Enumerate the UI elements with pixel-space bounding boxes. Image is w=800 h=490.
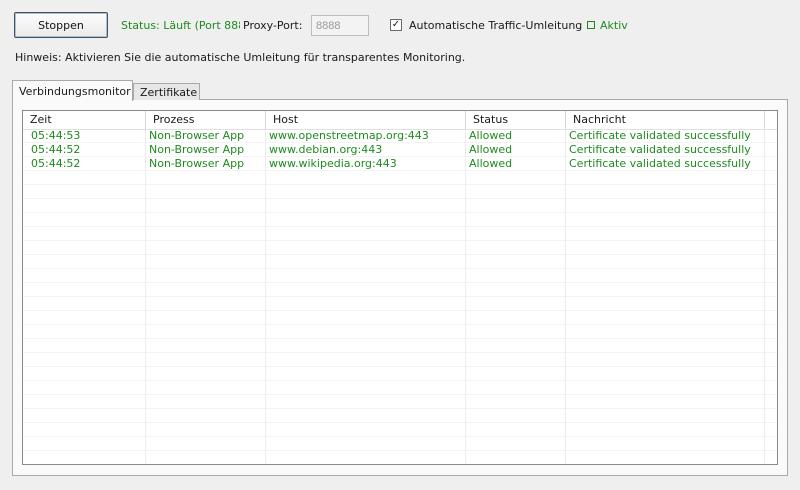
cell-process: Non-Browser App [149, 129, 245, 142]
cell-status: Allowed [469, 129, 513, 142]
tab-zertifikate[interactable]: Zertifikate [133, 83, 200, 100]
cell-message: Certificate validated successfully [569, 143, 751, 156]
column-header-nachricht[interactable]: Nachricht [566, 111, 765, 129]
table-row[interactable]: 05:44:52 Non-Browser App www.debian.org:… [23, 143, 777, 157]
cell-time: 05:44:52 [31, 143, 81, 156]
table-header: Zeit Prozess Host Status Nachricht [23, 111, 777, 130]
cell-process: Non-Browser App [149, 143, 245, 156]
column-header-status[interactable]: Status [466, 111, 566, 129]
checkmark-icon: ✓ [391, 19, 401, 30]
column-header-host[interactable]: Host [266, 111, 466, 129]
cell-host: www.debian.org:443 [269, 143, 383, 156]
hint-text: Hinweis: Aktivieren Sie die automatische… [15, 51, 466, 64]
column-header-zeit[interactable]: Zeit [23, 111, 146, 129]
auto-redirect-checkbox[interactable]: ✓ [390, 19, 402, 31]
auto-redirect-label[interactable]: Automatische Traffic-Umleitung [409, 19, 582, 32]
cell-process: Non-Browser App [149, 157, 245, 170]
cell-host: www.wikipedia.org:443 [269, 157, 397, 170]
cell-host: www.openstreetmap.org:443 [269, 129, 429, 142]
cell-time: 05:44:53 [31, 129, 81, 142]
cell-status: Allowed [469, 143, 513, 156]
cell-message: Certificate validated successfully [569, 157, 751, 170]
active-indicator-icon [587, 21, 595, 29]
cell-time: 05:44:52 [31, 157, 81, 170]
table-row[interactable]: 05:44:52 Non-Browser App www.wikipedia.o… [23, 157, 777, 171]
cell-message: Certificate validated successfully [569, 129, 751, 142]
tab-verbindungsmonitor[interactable]: Verbindungsmonitor [12, 80, 133, 101]
cell-status: Allowed [469, 157, 513, 170]
stop-button[interactable]: Stoppen [14, 12, 108, 38]
proxy-port-input[interactable] [311, 15, 369, 36]
status-text: Status: Läuft (Port 8888) [121, 19, 240, 32]
active-status-label: Aktiv [600, 19, 628, 32]
table-row[interactable]: 05:44:53 Non-Browser App www.openstreetm… [23, 129, 777, 143]
column-header-prozess[interactable]: Prozess [146, 111, 266, 129]
connection-table[interactable]: Zeit Prozess Host Status Nachricht 05:44… [22, 110, 778, 465]
proxy-port-label: Proxy-Port: [243, 19, 303, 32]
